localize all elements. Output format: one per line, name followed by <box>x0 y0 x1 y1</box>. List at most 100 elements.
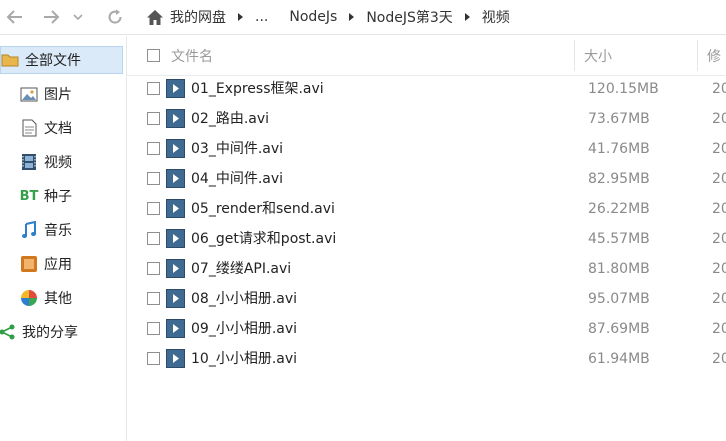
breadcrumb-item-nodejs[interactable]: NodeJs <box>289 9 337 25</box>
table-row[interactable]: 01_Express框架.avi 120.15MB 20 <box>127 74 726 104</box>
file-modified: 20 <box>712 81 726 97</box>
file-name[interactable]: 05_render和send.avi <box>191 194 335 224</box>
sidebar-item-label: 全部文件 <box>25 53 81 69</box>
file-name[interactable]: 07_缕缕API.avi <box>191 254 291 284</box>
row-checkbox[interactable] <box>147 262 160 275</box>
column-divider[interactable] <box>697 40 698 71</box>
file-modified: 20 <box>712 171 726 187</box>
row-checkbox[interactable] <box>147 82 160 95</box>
list-header: 文件名 大小 修 <box>127 36 726 76</box>
file-size: 120.15MB <box>588 81 659 97</box>
file-modified: 20 <box>712 111 726 127</box>
file-modified: 20 <box>712 141 726 157</box>
chevron-down-icon <box>73 14 83 21</box>
table-row[interactable]: 10_小小相册.avi 61.94MB 20 <box>127 344 726 374</box>
video-file-icon <box>166 199 185 218</box>
file-name[interactable]: 06_get请求和post.avi <box>191 224 336 254</box>
video-file-icon <box>166 79 185 98</box>
select-all-checkbox[interactable] <box>147 49 160 62</box>
table-row[interactable]: 03_中间件.avi 41.76MB 20 <box>127 134 726 164</box>
video-file-icon <box>166 139 185 158</box>
video-file-icon <box>166 109 185 128</box>
arrow-right-icon <box>44 10 60 24</box>
row-checkbox[interactable] <box>147 172 160 185</box>
home-icon[interactable] <box>146 9 164 26</box>
file-name[interactable]: 09_小小相册.avi <box>191 314 297 344</box>
file-name[interactable]: 08_小小相册.avi <box>191 284 297 314</box>
sidebar-item-images[interactable]: 图片 <box>20 80 142 108</box>
sidebar-item-documents[interactable]: 文档 <box>20 114 142 142</box>
file-modified: 20 <box>712 351 726 367</box>
chevron-right-icon <box>464 13 470 21</box>
video-file-icon <box>166 259 185 278</box>
sidebar-item-videos[interactable]: 视频 <box>20 148 142 176</box>
sidebar-item-my-shares[interactable]: 我的分享 <box>0 318 122 346</box>
sidebar-item-label: 视频 <box>44 155 72 171</box>
refresh-icon <box>108 9 122 24</box>
row-checkbox[interactable] <box>147 232 160 245</box>
file-size: 26.22MB <box>588 201 650 217</box>
toolbar: 我的网盘 ... NodeJs NodeJS第3天 视频 <box>0 0 726 35</box>
folder-icon <box>1 51 19 69</box>
table-row[interactable]: 07_缕缕API.avi 81.80MB 20 <box>127 254 726 284</box>
app-icon <box>20 255 38 273</box>
document-icon <box>20 119 38 137</box>
file-modified: 20 <box>712 321 726 337</box>
table-row[interactable]: 05_render和send.avi 26.22MB 20 <box>127 194 726 224</box>
file-size: 45.57MB <box>588 231 650 247</box>
file-size: 41.76MB <box>588 141 650 157</box>
row-checkbox[interactable] <box>147 142 160 155</box>
row-checkbox[interactable] <box>147 202 160 215</box>
table-row[interactable]: 09_小小相册.avi 87.69MB 20 <box>127 314 726 344</box>
refresh-button[interactable] <box>104 6 126 28</box>
bt-icon: BT <box>19 188 39 204</box>
back-button[interactable] <box>4 6 26 28</box>
video-file-icon <box>166 289 185 308</box>
file-size: 81.80MB <box>588 261 650 277</box>
video-file-icon <box>166 169 185 188</box>
breadcrumb-item-video[interactable]: 视频 <box>482 7 510 27</box>
sidebar-item-other[interactable]: 其他 <box>20 284 142 312</box>
share-icon <box>0 323 16 341</box>
file-name[interactable]: 04_中间件.avi <box>191 164 283 194</box>
file-name[interactable]: 01_Express框架.avi <box>191 74 324 104</box>
breadcrumb-item-home[interactable]: 我的网盘 <box>170 7 226 27</box>
arrow-left-icon <box>6 10 22 24</box>
history-dropdown[interactable] <box>71 6 85 28</box>
sidebar-item-label: 音乐 <box>44 223 72 239</box>
sidebar-item-label: 其他 <box>44 291 72 307</box>
column-header-modified[interactable]: 修 <box>707 36 721 75</box>
file-size: 82.95MB <box>588 171 650 187</box>
row-checkbox[interactable] <box>147 112 160 125</box>
column-divider[interactable] <box>574 40 575 71</box>
film-icon <box>20 153 38 171</box>
sidebar-item-label: 文档 <box>44 121 72 137</box>
table-row[interactable]: 06_get请求和post.avi 45.57MB 20 <box>127 224 726 254</box>
sidebar-item-torrents[interactable]: BT 种子 <box>20 182 142 210</box>
sidebar: 全部文件 图片 文档 视频 BT 种子 音乐 应用 其他 我的分享 <box>0 36 127 441</box>
row-checkbox[interactable] <box>147 292 160 305</box>
row-checkbox[interactable] <box>147 352 160 365</box>
file-name[interactable]: 10_小小相册.avi <box>191 344 297 374</box>
file-list: 文件名 大小 修 01_Express框架.avi 120.15MB 20 02_路由… <box>127 36 726 441</box>
sidebar-item-apps[interactable]: 应用 <box>20 250 142 278</box>
row-checkbox[interactable] <box>147 322 160 335</box>
video-file-icon <box>166 319 185 338</box>
file-size: 73.67MB <box>588 111 650 127</box>
breadcrumb-item-day3[interactable]: NodeJS第3天 <box>366 7 452 27</box>
column-header-name[interactable]: 文件名 <box>171 36 213 75</box>
file-name[interactable]: 02_路由.avi <box>191 104 269 134</box>
sidebar-item-label: 应用 <box>44 257 72 273</box>
forward-button[interactable] <box>40 6 62 28</box>
video-file-icon <box>166 349 185 368</box>
column-header-size[interactable]: 大小 <box>584 36 612 75</box>
file-name[interactable]: 03_中间件.avi <box>191 134 283 164</box>
chevron-right-icon <box>238 13 243 21</box>
sidebar-item-all-files[interactable]: 全部文件 <box>0 46 123 74</box>
table-row[interactable]: 04_中间件.avi 82.95MB 20 <box>127 164 726 194</box>
sidebar-item-music[interactable]: 音乐 <box>20 216 142 244</box>
table-row[interactable]: 08_小小相册.avi 95.07MB 20 <box>127 284 726 314</box>
breadcrumb-item-ellipsis[interactable]: ... <box>255 9 268 25</box>
file-modified: 20 <box>712 291 726 307</box>
table-row[interactable]: 02_路由.avi 73.67MB 20 <box>127 104 726 134</box>
